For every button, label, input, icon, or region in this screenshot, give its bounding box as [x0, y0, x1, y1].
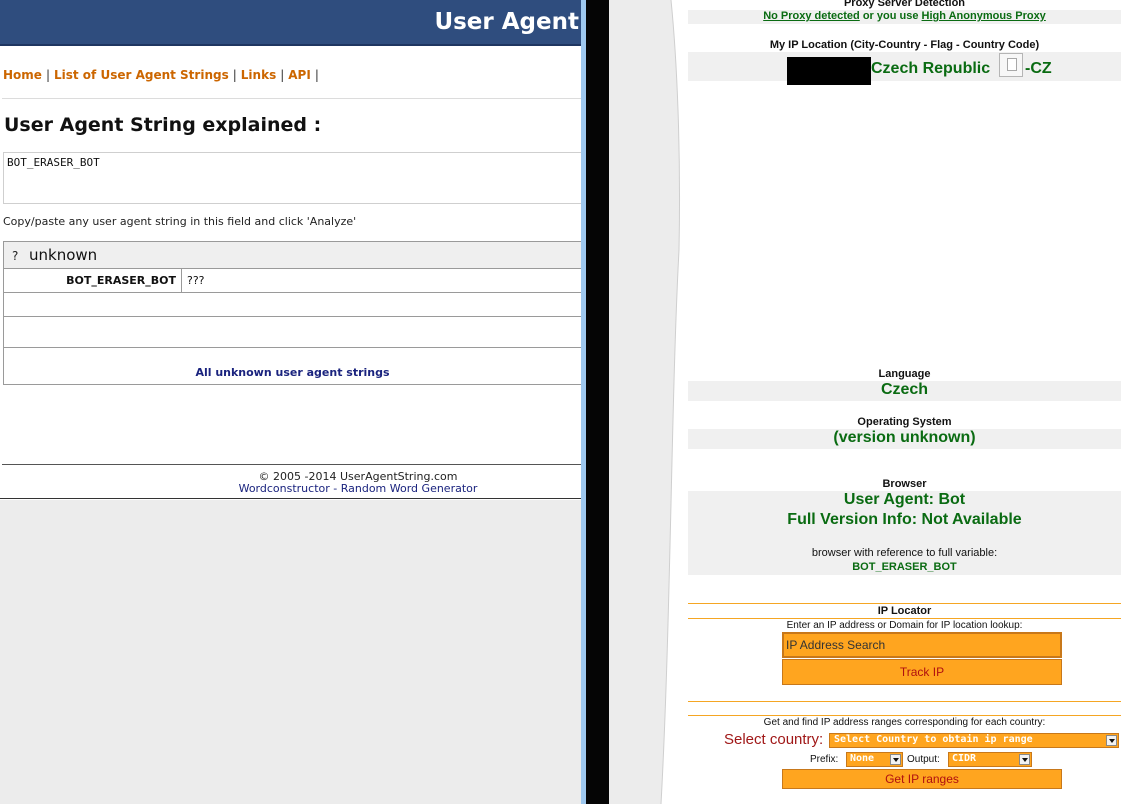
footer-divider: [2, 464, 581, 465]
nav-divider: [2, 98, 581, 99]
ip-locator-label: IP Locator: [877, 605, 932, 617]
user-agent-input[interactable]: BOT_ERASER_BOT: [3, 152, 581, 204]
proxy-or-text: or you use: [859, 10, 922, 22]
prefix-select-value: None: [850, 753, 875, 764]
proxy-detection-label: Proxy Server Detection: [843, 0, 966, 9]
browser-band: User Agent: Bot Full Version Info: Not A…: [688, 491, 1121, 575]
country-select-value: Select Country to obtain ip range: [834, 734, 1033, 745]
language-value: Czech: [688, 381, 1121, 401]
orange-divider: [688, 701, 1121, 702]
top-nav: Home | List of User Agent Strings | Links | AP…: [3, 68, 323, 82]
broken-image-icon: [1007, 58, 1017, 71]
browser-full-version: Full Version Info: Not Available: [787, 511, 1022, 528]
all-unknown-link[interactable]: All unknown user agent strings: [4, 366, 581, 379]
result-table: ? unknown BOT_ERASER_BOT ??? All unknown…: [3, 241, 581, 385]
proxy-status: No Proxy detected or you use High Anonym…: [688, 10, 1121, 24]
table-row: [4, 317, 581, 348]
prefix-label: Prefix:: [810, 754, 839, 765]
output-label: Output:: [907, 754, 940, 765]
browser-user-agent: User Agent: Bot: [843, 491, 966, 508]
footer-bottom-rule: [0, 498, 581, 499]
screenshot-stage: User Agent Home | List of User Agent Strin…: [0, 0, 1121, 804]
orange-divider: [688, 603, 1121, 604]
redacted-ip-block: [787, 57, 871, 85]
site-header: User Agent: [0, 0, 581, 46]
ip-locator-hint: Enter an IP address or Domain for IP loc…: [786, 620, 1023, 631]
browser-variable: BOT_ERASER_BOT: [852, 561, 957, 573]
chevron-down-icon[interactable]: [1019, 754, 1030, 765]
flag-icon: [999, 53, 1023, 77]
nav-list-link[interactable]: List of User Agent Strings: [54, 68, 229, 82]
nav-home-link[interactable]: Home: [3, 68, 42, 82]
ip-range-hint: Get and find IP address ranges correspon…: [763, 717, 1046, 728]
high-anonymous-proxy-link[interactable]: High Anonymous Proxy: [922, 10, 1046, 22]
chevron-down-icon[interactable]: [890, 754, 901, 765]
input-hint: Copy/paste any user agent string in this…: [3, 215, 357, 228]
result-key: BOT_ERASER_BOT: [4, 269, 182, 292]
nav-separator: |: [232, 68, 237, 82]
orange-divider: [688, 715, 1121, 716]
ip-location-label: My IP Location (City-Country - Flag - Co…: [769, 39, 1040, 51]
browser-ref-text: browser with reference to full variable:: [811, 547, 998, 559]
language-label: Language: [878, 368, 931, 380]
os-label: Operating System: [857, 416, 952, 428]
result-title: unknown: [29, 246, 98, 264]
get-ip-ranges-button[interactable]: Get IP ranges: [782, 769, 1062, 789]
nav-api-link[interactable]: API: [288, 68, 311, 82]
nav-separator: |: [314, 68, 319, 82]
page-title: User Agent String explained :: [4, 114, 322, 136]
nav-links-link[interactable]: Links: [241, 68, 276, 82]
output-select[interactable]: CIDR: [948, 752, 1032, 767]
question-icon: ?: [12, 249, 19, 263]
ip-country: Czech Republic: [871, 60, 991, 77]
nav-separator: |: [280, 68, 285, 82]
prefix-select[interactable]: None: [846, 752, 903, 767]
table-row: [4, 293, 581, 317]
orange-divider: [688, 618, 1121, 619]
result-value: ???: [187, 274, 205, 287]
track-ip-button[interactable]: Track IP: [782, 659, 1062, 685]
table-row: BOT_ERASER_BOT ???: [4, 269, 581, 293]
right-browser-panel: Proxy Server Detection No Proxy detected…: [609, 0, 1121, 804]
page-curl-shadow: [609, 0, 681, 804]
output-select-value: CIDR: [952, 753, 977, 764]
os-value: (version unknown): [688, 429, 1121, 449]
right-page-margin: [609, 0, 687, 804]
select-country-label: Select country:: [724, 731, 824, 748]
country-code: -CZ: [1025, 60, 1052, 77]
result-header: ? unknown: [4, 242, 581, 269]
ip-search-input[interactable]: IP Address Search: [782, 632, 1062, 658]
left-browser-panel: User Agent Home | List of User Agent Strin…: [0, 0, 581, 804]
chevron-down-icon[interactable]: [1106, 735, 1117, 746]
nav-separator: |: [45, 68, 50, 82]
no-proxy-link[interactable]: No Proxy detected: [763, 10, 860, 22]
country-select[interactable]: Select Country to obtain ip range: [829, 733, 1119, 748]
browser-label: Browser: [882, 478, 927, 490]
window-gap: [586, 0, 609, 804]
site-title: User Agent: [434, 9, 579, 35]
